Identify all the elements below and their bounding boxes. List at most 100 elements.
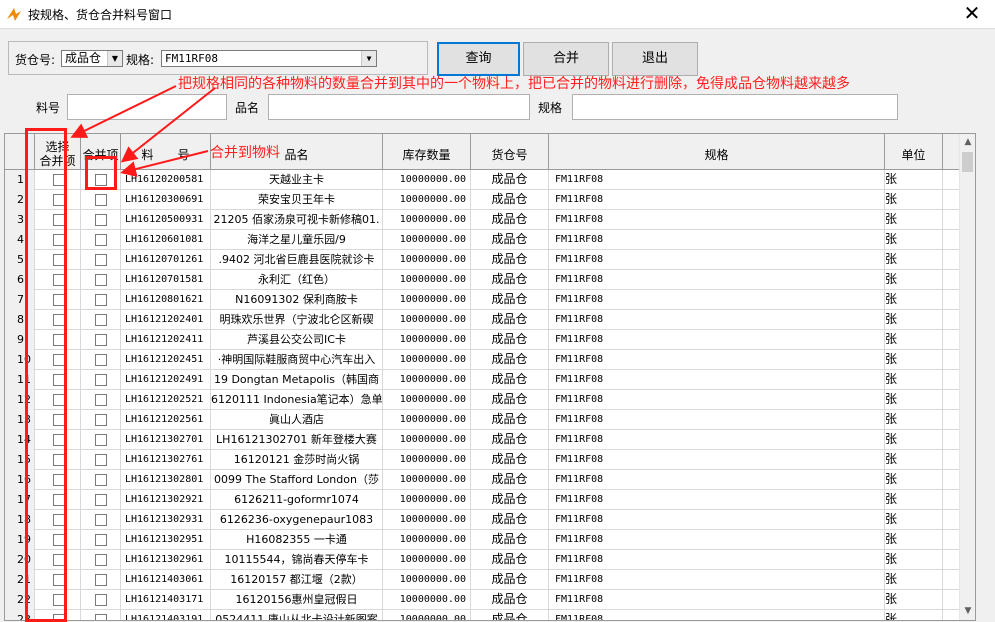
spec-input[interactable] xyxy=(572,94,898,120)
code-input[interactable] xyxy=(67,94,227,120)
merge-cell[interactable] xyxy=(81,250,121,270)
warehouse-select[interactable]: 成品仓 ▼ xyxy=(61,50,123,67)
merge-checkbox[interactable] xyxy=(95,274,107,286)
top-annotation: 把规格相同的各种物料的数量合并到其中的一个物料上，把已合并的物料进行删除，免得成… xyxy=(178,76,850,92)
table-row[interactable]: 18 LH16121302931 6126236-oxygenepaur1083 10… xyxy=(5,510,961,530)
name-cell: 16120157 都江堰（2款） xyxy=(211,570,383,590)
table-row[interactable]: 9 LH16121202411 芦溪县公交公司IC卡 10000000.00 成品仓 FM… xyxy=(5,330,961,350)
merge-cell[interactable] xyxy=(81,410,121,430)
merge-cell[interactable] xyxy=(81,310,121,330)
table-row[interactable]: 21 LH16121403061 16120157 都江堰（2款） 10000000.… xyxy=(5,570,961,590)
merge-checkbox[interactable] xyxy=(95,394,107,406)
chevron-down-icon[interactable]: ▼ xyxy=(107,51,122,66)
table-row[interactable]: 20 LH16121302961 10115544，锦尚春天停车卡 10000000.… xyxy=(5,550,961,570)
close-icon[interactable]: ✕ xyxy=(949,0,995,28)
name-input[interactable] xyxy=(268,94,530,120)
name-cell: 眞山人酒店 xyxy=(211,410,383,430)
merge-cell[interactable] xyxy=(81,330,121,350)
merge-cell[interactable] xyxy=(81,210,121,230)
merge-cell[interactable] xyxy=(81,610,121,620)
merge-cell[interactable] xyxy=(81,370,121,390)
merge-cell[interactable] xyxy=(81,530,121,550)
merge-checkbox[interactable] xyxy=(95,554,107,566)
table-row[interactable]: 19 LH16121302951 H16082355 一卡通 10000000.00 成… xyxy=(5,530,961,550)
merge-cell[interactable] xyxy=(81,230,121,250)
merge-checkbox[interactable] xyxy=(95,494,107,506)
merge-checkbox[interactable] xyxy=(95,354,107,366)
header-warehouse[interactable]: 货仓号 xyxy=(471,134,549,170)
table-row[interactable]: 23 LH16121403191 0524411 唐山从北卡设计新图案 1000000… xyxy=(5,610,961,620)
merge-button[interactable]: 合并 xyxy=(523,42,609,76)
query-button[interactable]: 查询 xyxy=(437,42,520,76)
merge-cell[interactable] xyxy=(81,470,121,490)
merge-cell[interactable] xyxy=(81,490,121,510)
merge-checkbox[interactable] xyxy=(95,434,107,446)
header-qty[interactable]: 库存数量 xyxy=(383,134,471,170)
qty-cell: 10000000.00 xyxy=(383,610,471,620)
merge-checkbox[interactable] xyxy=(95,594,107,606)
merge-checkbox[interactable] xyxy=(95,414,107,426)
name-cell: 16120156惠州皇冠假日 xyxy=(211,590,383,610)
merge-checkbox[interactable] xyxy=(95,534,107,546)
table-row[interactable]: 1 LH16120200581 天越业主卡 10000000.00 成品仓 FM11RF0… xyxy=(5,170,961,190)
merge-checkbox[interactable] xyxy=(95,234,107,246)
merge-checkbox[interactable] xyxy=(95,294,107,306)
merge-cell[interactable] xyxy=(81,350,121,370)
spec-cell: FM11RF08 xyxy=(549,250,885,270)
merge-checkbox[interactable] xyxy=(95,374,107,386)
merge-cell[interactable] xyxy=(81,550,121,570)
merge-cell-highlight xyxy=(85,156,117,190)
table-row[interactable]: 8 LH16121202401 明珠欢乐世界（宁波北仑区新碶 10000000.00 成… xyxy=(5,310,961,330)
table-row[interactable]: 7 LH16120801621 N16091302 保利商胺卡 10000000.00… xyxy=(5,290,961,310)
scroll-up-icon[interactable]: ▲ xyxy=(960,134,975,151)
merge-cell[interactable] xyxy=(81,190,121,210)
table-row[interactable]: 4 LH16120601081 海洋之星儿童乐园/9 10000000.00 成品仓 FM… xyxy=(5,230,961,250)
spec-select[interactable]: FM11RF08 ▼ xyxy=(161,50,377,67)
table-row[interactable]: 12 LH16121202521 6120111 Indonesia笔记本）急单 10… xyxy=(5,390,961,410)
table-row[interactable]: 13 LH16121202561 眞山人酒店 10000000.00 成品仓 FM11RF… xyxy=(5,410,961,430)
table-row[interactable]: 3 LH16120500931 21205 佰家汤泉可视卡新修稿01. 1000000… xyxy=(5,210,961,230)
exit-button[interactable]: 退出 xyxy=(612,42,698,76)
spec-cell: FM11RF08 xyxy=(549,230,885,250)
merge-cell[interactable] xyxy=(81,270,121,290)
unit-cell: 张 xyxy=(885,450,943,470)
merge-checkbox[interactable] xyxy=(95,254,107,266)
qty-cell: 10000000.00 xyxy=(383,330,471,350)
vertical-scrollbar[interactable]: ▲ ▼ xyxy=(959,134,975,620)
header-code[interactable]: 料 号 xyxy=(121,134,211,170)
merge-cell[interactable] xyxy=(81,430,121,450)
table-row[interactable]: 5 LH16120701261.9402 河北省巨鹿县医院就诊卡 10000000.… xyxy=(5,250,961,270)
code-cell: LH16121202401 xyxy=(121,310,211,330)
warehouse-cell: 成品仓 xyxy=(471,570,549,590)
table-row[interactable]: 10 LH16121202451 ·神明国际鞋服商贸中心汽车出入 10000000.0… xyxy=(5,350,961,370)
header-unit[interactable]: 单位 xyxy=(885,134,943,170)
merge-checkbox[interactable] xyxy=(95,614,107,620)
table-row[interactable]: 2 LH16120300691 荣安宝贝王年卡 10000000.00 成品仓 FM11R… xyxy=(5,190,961,210)
scroll-down-icon[interactable]: ▼ xyxy=(960,603,975,620)
table-row[interactable]: 22 LH16121403171 16120156惠州皇冠假日 10000000.00… xyxy=(5,590,961,610)
merge-checkbox[interactable] xyxy=(95,194,107,206)
table-row[interactable]: 14 LH16121302701 LH16121302701 新年登楼大赛 10000… xyxy=(5,430,961,450)
merge-cell[interactable] xyxy=(81,510,121,530)
table-row[interactable]: 16 LH16121302801 0099 The Stafford London（… xyxy=(5,470,961,490)
table-row[interactable]: 15 LH16121302761 16120121 金莎时尚火锅 10000000.0… xyxy=(5,450,961,470)
table-row[interactable]: 11 LH16121202491 19 Dongtan Metapolis（韩国商 1… xyxy=(5,370,961,390)
table-row[interactable]: 17 LH16121302921 6126211-goformr1074 100000… xyxy=(5,490,961,510)
merge-cell[interactable] xyxy=(81,450,121,470)
spec-cell: FM11RF08 xyxy=(549,270,885,290)
merge-checkbox[interactable] xyxy=(95,314,107,326)
scroll-thumb[interactable] xyxy=(962,152,973,172)
merge-cell[interactable] xyxy=(81,390,121,410)
merge-checkbox[interactable] xyxy=(95,214,107,226)
merge-cell[interactable] xyxy=(81,570,121,590)
header-spec[interactable]: 规格 xyxy=(549,134,885,170)
merge-cell[interactable] xyxy=(81,290,121,310)
merge-checkbox[interactable] xyxy=(95,474,107,486)
merge-checkbox[interactable] xyxy=(95,574,107,586)
table-row[interactable]: 6 LH16120701581 永利汇（红色） 10000000.00 成品仓 FM11R… xyxy=(5,270,961,290)
merge-checkbox[interactable] xyxy=(95,454,107,466)
merge-checkbox[interactable] xyxy=(95,514,107,526)
merge-checkbox[interactable] xyxy=(95,334,107,346)
chevron-down-icon[interactable]: ▼ xyxy=(361,51,376,66)
merge-cell[interactable] xyxy=(81,590,121,610)
